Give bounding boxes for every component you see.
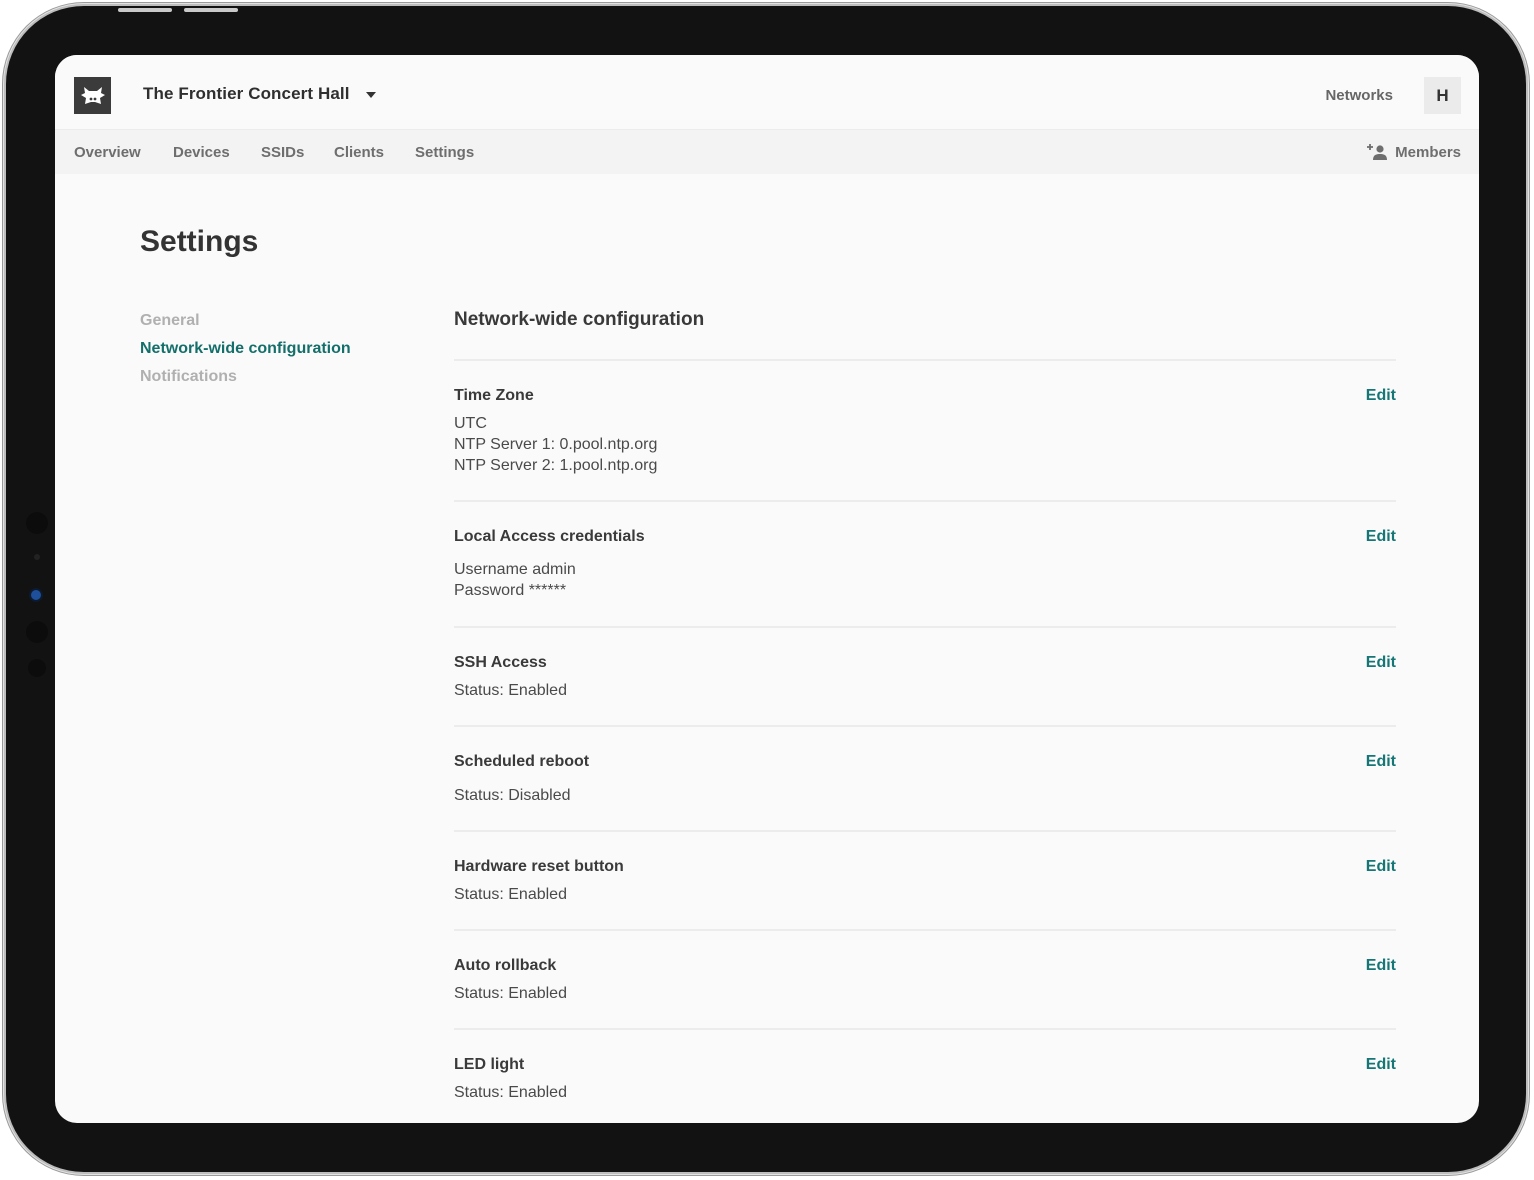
- members-label: Members: [1395, 143, 1461, 161]
- tab-overview[interactable]: Overview: [74, 144, 141, 161]
- volume-up-button: [118, 8, 172, 12]
- edit-auto-rollback-button[interactable]: Edit: [1366, 957, 1396, 975]
- setting-title: Time Zone: [454, 387, 534, 404]
- tab-devices[interactable]: Devices: [173, 144, 230, 161]
- setting-title: SSH Access: [454, 654, 547, 671]
- tab-ssids[interactable]: SSIDs: [261, 144, 304, 161]
- setting-row-local-access: Local Access credentials Edit Username a…: [454, 502, 1396, 626]
- chevron-down-icon[interactable]: [366, 92, 376, 98]
- setting-title: Local Access credentials: [454, 528, 645, 545]
- members-button[interactable]: Members: [1367, 143, 1461, 161]
- side-item-notifications[interactable]: Notifications: [140, 367, 351, 395]
- tab-settings[interactable]: Settings: [415, 144, 474, 161]
- setting-title: Auto rollback: [454, 957, 557, 974]
- setting-value: UTC: [454, 415, 487, 432]
- edit-time-zone-button[interactable]: Edit: [1366, 387, 1396, 405]
- setting-row-ssh-access: SSH Access Edit Status: Enabled: [454, 628, 1396, 725]
- settings-content: Network-wide configuration Time Zone Edi…: [454, 309, 1396, 1123]
- section-title: Network-wide configuration: [454, 309, 705, 330]
- app-logo[interactable]: [74, 77, 111, 114]
- edit-led-light-button[interactable]: Edit: [1366, 1056, 1396, 1074]
- setting-row-hardware-reset: Hardware reset button Edit Status: Enabl…: [454, 832, 1396, 929]
- networks-link[interactable]: Networks: [1325, 87, 1393, 104]
- org-selector[interactable]: The Frontier Concert Hall: [143, 84, 350, 104]
- setting-value: Status: Enabled: [454, 682, 567, 699]
- page-title: Settings: [140, 225, 259, 258]
- settings-side-menu: General Network-wide configuration Notif…: [140, 311, 351, 395]
- setting-value: Password ******: [454, 582, 567, 599]
- setting-value: Status: Enabled: [454, 886, 567, 903]
- side-item-network-wide-configuration[interactable]: Network-wide configuration: [140, 339, 351, 367]
- top-bar: The Frontier Concert Hall Networks H: [55, 55, 1479, 130]
- avatar[interactable]: H: [1424, 77, 1461, 114]
- setting-value: Status: Enabled: [454, 1084, 567, 1101]
- setting-row-auto-rollback: Auto rollback Edit Status: Enabled: [454, 931, 1396, 1028]
- sub-navigation: Overview Devices SSIDs Clients Settings …: [55, 130, 1479, 174]
- camera-sensor: [26, 512, 48, 534]
- side-item-general[interactable]: General: [140, 311, 351, 339]
- setting-value: NTP Server 1: 0.pool.ntp.org: [454, 436, 658, 453]
- setting-value: NTP Server 2: 1.pool.ntp.org: [454, 457, 658, 474]
- setting-value: Status: Disabled: [454, 787, 571, 804]
- face-id-sensor: [26, 621, 48, 643]
- front-camera: [31, 590, 41, 600]
- setting-title: Scheduled reboot: [454, 753, 590, 770]
- add-person-icon: [1367, 144, 1388, 160]
- ambient-sensor: [34, 554, 40, 560]
- app-screen: The Frontier Concert Hall Networks H Ove…: [55, 55, 1479, 1123]
- setting-row-scheduled-reboot: Scheduled reboot Edit Status: Disabled: [454, 727, 1396, 830]
- setting-title: LED light: [454, 1056, 525, 1073]
- edit-ssh-access-button[interactable]: Edit: [1366, 654, 1396, 672]
- setting-title: Hardware reset button: [454, 858, 624, 875]
- setting-value: Username admin: [454, 561, 576, 578]
- setting-value: Status: Enabled: [454, 985, 567, 1002]
- tab-clients[interactable]: Clients: [334, 144, 384, 161]
- setting-row-time-zone: Time Zone Edit UTC NTP Server 1: 0.pool.…: [454, 361, 1396, 500]
- setting-row-led-light: LED light Edit Status: Enabled: [454, 1030, 1396, 1123]
- edit-local-access-button[interactable]: Edit: [1366, 528, 1396, 546]
- proximity-sensor: [28, 659, 46, 677]
- logo-icon: [80, 86, 105, 104]
- edit-hardware-reset-button[interactable]: Edit: [1366, 858, 1396, 876]
- volume-down-button: [184, 8, 238, 12]
- edit-scheduled-reboot-button[interactable]: Edit: [1366, 753, 1396, 771]
